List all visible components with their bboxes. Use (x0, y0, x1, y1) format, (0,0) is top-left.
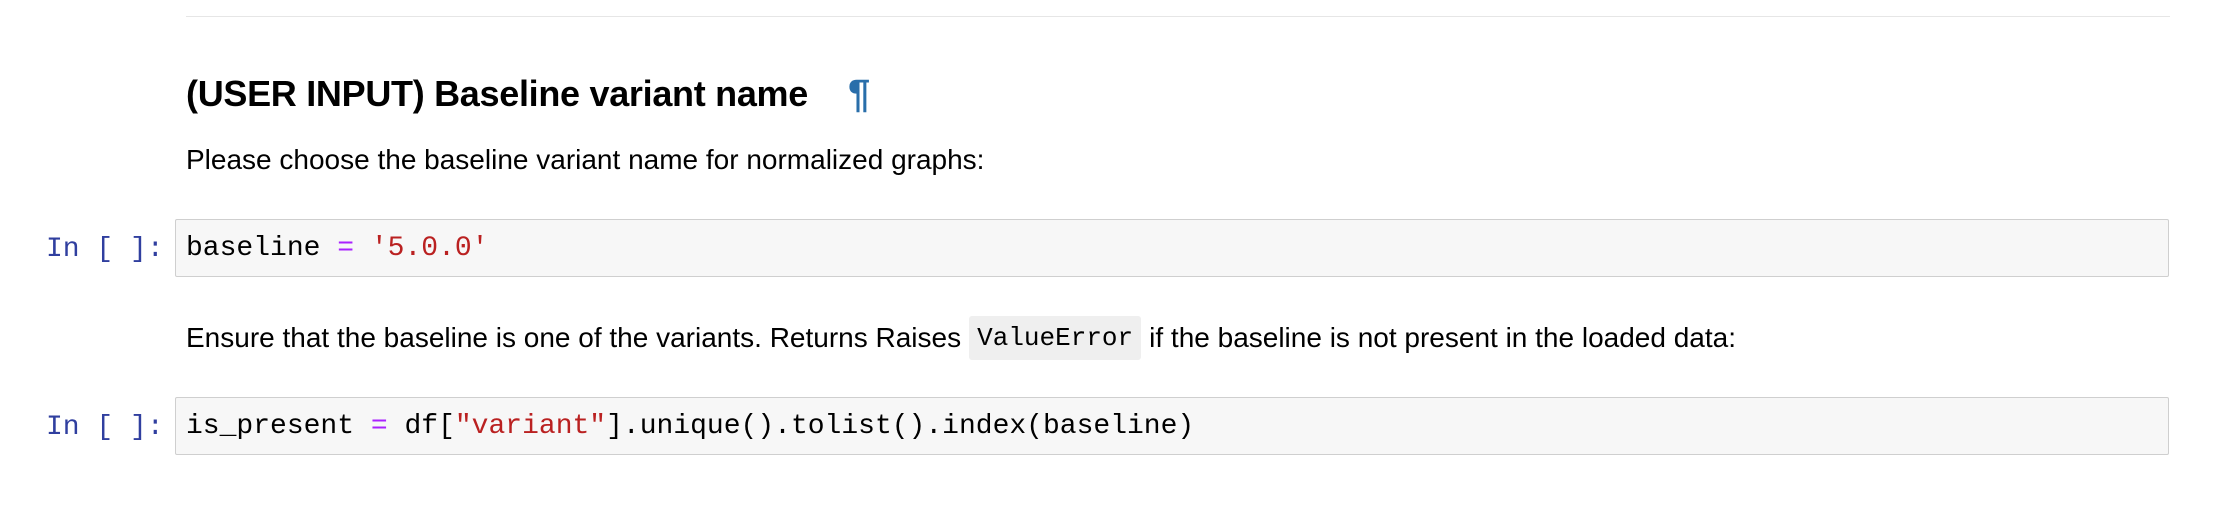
inline-code-valueerror: ValueError (969, 316, 1142, 360)
paragraph-text-before: Ensure that the baseline is one of the v… (186, 322, 962, 353)
notebook-page: (USER INPUT) Baseline variant name ¶ Ple… (0, 0, 2218, 510)
markdown-paragraph-ensure: Ensure that the baseline is one of the v… (186, 316, 1736, 360)
heading-text: (USER INPUT) Baseline variant name (186, 73, 808, 114)
cell-prompt: In [ ]: (46, 411, 164, 443)
code-token: baseline (186, 232, 338, 264)
cell-prompt: In [ ]: (46, 233, 164, 265)
code-token: df[ (387, 410, 455, 442)
code-input-is-present[interactable]: is_present = df["variant"].unique().toli… (175, 397, 2169, 455)
code-token: ].unique().tolist().index(baseline) (606, 410, 1195, 442)
code-token: is_present (186, 410, 371, 442)
code-string: '5.0.0' (370, 232, 489, 264)
paragraph-text-after: if the baseline is not present in the lo… (1149, 322, 1736, 353)
code-input-baseline[interactable]: baseline = '5.0.0' (175, 219, 2169, 277)
code-cell-baseline: In [ ]: baseline = '5.0.0' (0, 219, 2218, 279)
markdown-paragraph-baseline: Please choose the baseline variant name … (186, 144, 985, 175)
section-heading: (USER INPUT) Baseline variant name ¶ (186, 68, 870, 120)
code-string: "variant" (454, 410, 607, 442)
pilcrow-anchor-link[interactable]: ¶ (848, 72, 870, 117)
code-operator: = (370, 410, 388, 442)
code-operator: = (337, 232, 355, 264)
code-cell-is-present: In [ ]: is_present = df["variant"].uniqu… (0, 397, 2218, 457)
cell-divider (186, 16, 2170, 17)
